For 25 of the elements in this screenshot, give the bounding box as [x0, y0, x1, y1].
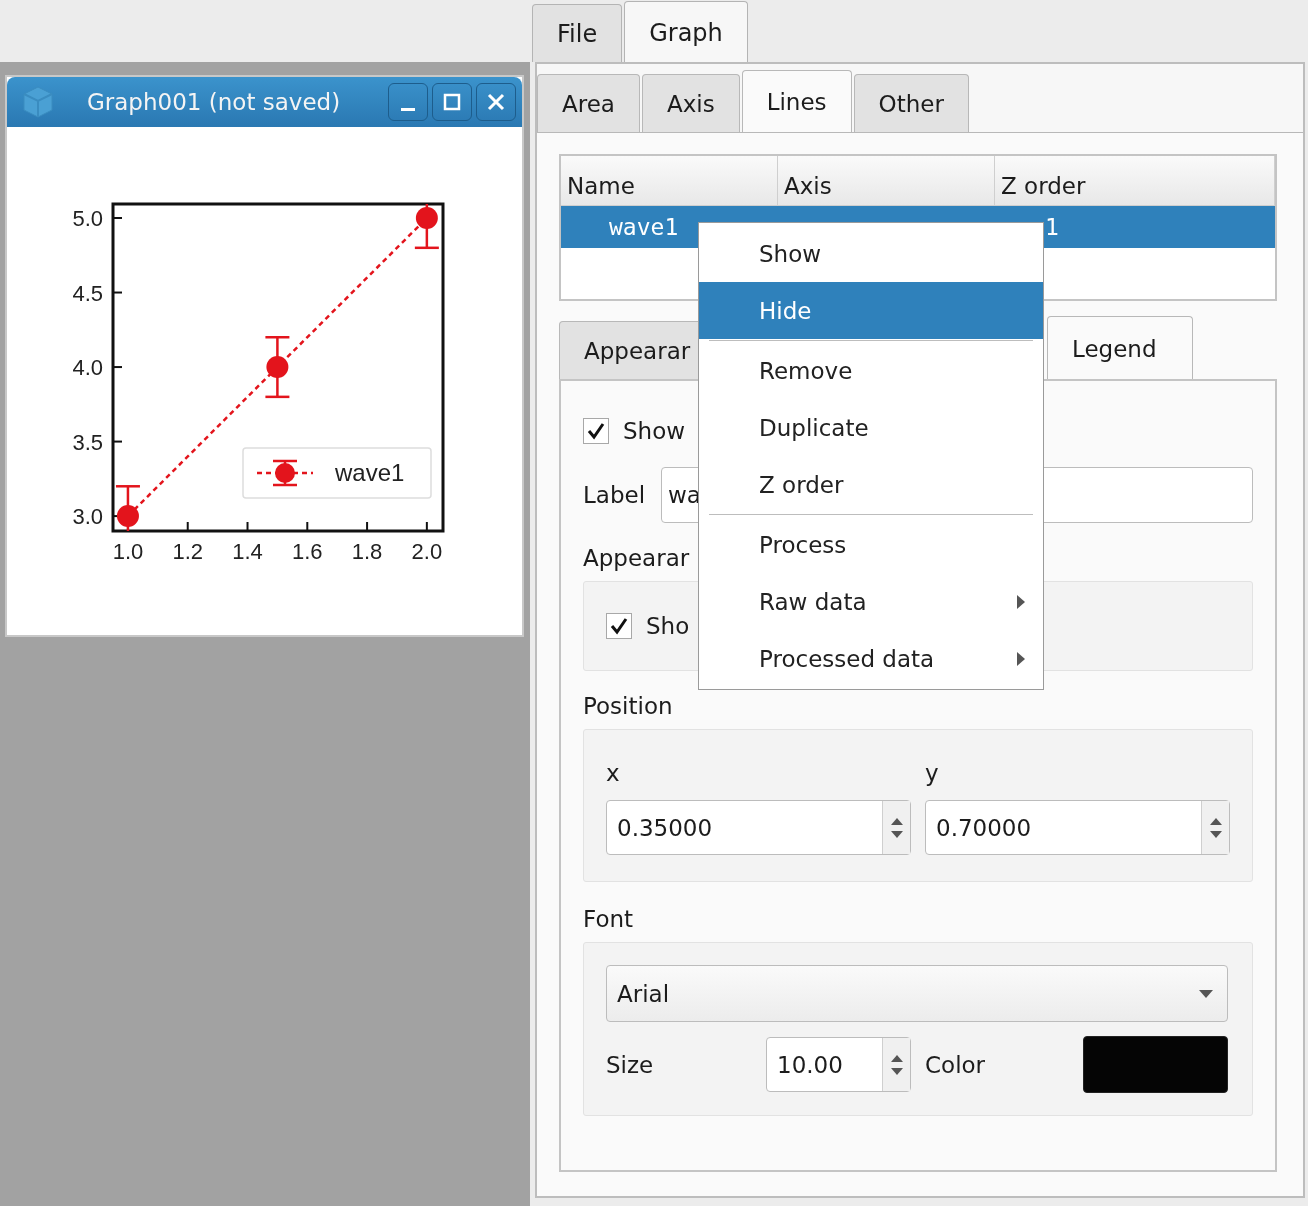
- field-label: Label: [583, 482, 646, 508]
- x-tick-label: 2.0: [411, 539, 443, 564]
- x-tick-label: 1.2: [172, 539, 204, 564]
- section-heading: Font: [583, 906, 635, 932]
- x-tick-label: 1.0: [112, 539, 144, 564]
- field-label: y: [925, 760, 940, 786]
- y-tick-label: 3.5: [72, 429, 103, 455]
- checkbox-label: Show: [623, 418, 686, 444]
- table-cell-text: wave1: [608, 213, 680, 242]
- table-cell-text: 1: [1044, 213, 1060, 242]
- window-title: Graph001 (not saved): [86, 89, 342, 115]
- x-tick-label: 1.6: [292, 539, 323, 564]
- y-tick-label: 3.0: [72, 504, 103, 530]
- checkbox-label: Sho: [646, 613, 690, 639]
- field-label: Size: [606, 1051, 655, 1078]
- field-label: x: [606, 760, 621, 786]
- y-tick-label: 4.5: [72, 280, 103, 306]
- x-tick-label: 1.8: [351, 539, 383, 564]
- x-tick-label: 1.4: [232, 539, 263, 564]
- section-heading: Appearar: [583, 545, 691, 571]
- section-heading: Position: [583, 693, 674, 719]
- y-tick-label: 5.0: [72, 206, 103, 231]
- field-label: Color: [925, 1051, 986, 1078]
- legend-label: wave1: [335, 459, 405, 486]
- y-tick-label: 4.0: [72, 355, 103, 381]
